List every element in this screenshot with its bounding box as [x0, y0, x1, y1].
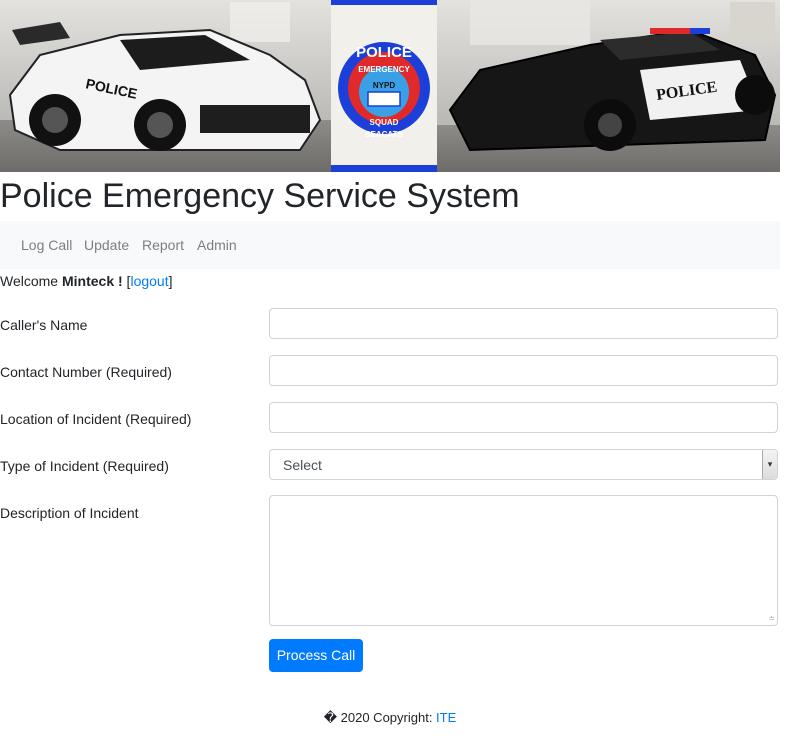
nav-report[interactable]: Report: [142, 237, 184, 253]
welcome-prefix: Welcome: [0, 273, 62, 289]
incident-type-select[interactable]: Select ▾: [269, 449, 778, 480]
incident-type-selected: Select: [283, 457, 322, 473]
incident-type-label: Type of Incident (Required): [0, 458, 169, 474]
logo-center-text: NYPD: [373, 81, 395, 90]
footer-ite-link[interactable]: ITE: [436, 710, 456, 725]
process-call-button[interactable]: Process Call: [269, 639, 363, 672]
caller-name-label: Caller's Name: [0, 317, 88, 333]
banner-image: POLICE POLICE EMERGENCY NYPD SQUAD SEACA…: [0, 0, 780, 172]
logo-ring-text: EMERGENCY: [358, 65, 410, 74]
resize-handle-icon[interactable]: ≐: [768, 614, 775, 623]
logo-top-text: POLICE: [356, 44, 412, 61]
location-label: Location of Incident (Required): [0, 411, 192, 427]
navbar: Log Call Update Report Admin: [0, 221, 780, 269]
logo-caption-text: SEACATS: [365, 130, 403, 139]
nav-log-call[interactable]: Log Call: [21, 237, 72, 253]
footer: � 2020 Copyright: ITE: [0, 710, 780, 726]
welcome-user: Minteck !: [61, 273, 123, 289]
description-textarea[interactable]: ≐: [269, 495, 778, 626]
welcome-message: Welcome Minteck ! [logout]: [0, 272, 173, 290]
nav-update[interactable]: Update: [84, 237, 129, 253]
caller-name-input[interactable]: [269, 308, 778, 339]
page-title: Police Emergency Service System: [0, 177, 520, 215]
header-banner: POLICE POLICE EMERGENCY NYPD SQUAD SEACA…: [0, 0, 780, 172]
contact-number-input[interactable]: [269, 355, 778, 386]
footer-copyright: � 2020 Copyright:: [323, 710, 437, 725]
nav-admin[interactable]: Admin: [197, 237, 237, 253]
logout-link[interactable]: logout: [130, 273, 168, 289]
close-bracket: ]: [168, 273, 173, 289]
location-input[interactable]: [269, 402, 778, 433]
contact-number-label: Contact Number (Required): [0, 364, 172, 380]
chevron-down-icon[interactable]: ▾: [762, 450, 777, 479]
description-label: Description of Incident: [0, 505, 139, 521]
logo-bottom-ring-text: SQUAD: [370, 118, 399, 127]
